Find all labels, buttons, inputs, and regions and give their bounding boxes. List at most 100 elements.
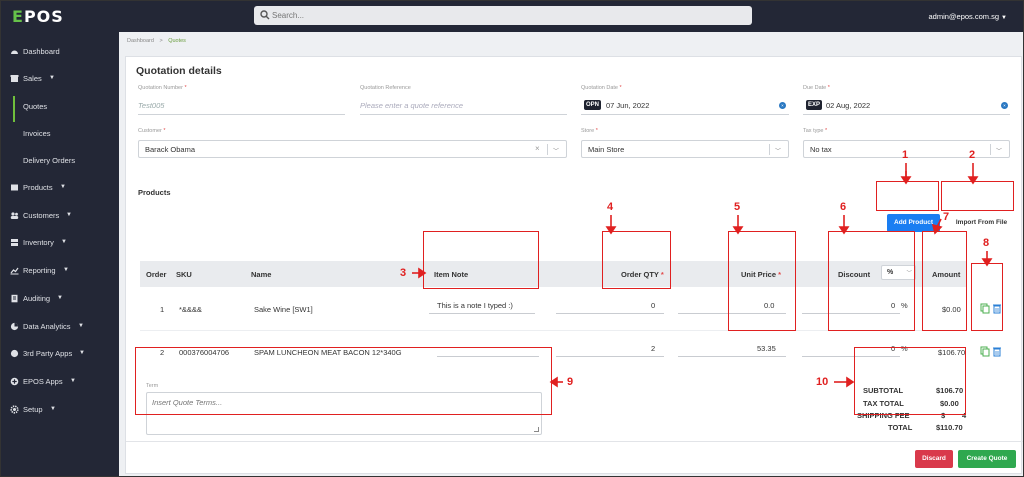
customer-select[interactable]: Barack Obama × ﹀ bbox=[138, 140, 567, 158]
quote-reference-input[interactable]: Please enter a quote reference bbox=[360, 101, 463, 110]
tax-type-label: Tax type * bbox=[803, 128, 828, 134]
create-quote-button[interactable]: Create Quote bbox=[958, 450, 1016, 468]
sidebar-item-reporting[interactable]: Reporting ▼ bbox=[1, 260, 119, 282]
chevron-down-icon: ▼ bbox=[66, 212, 72, 218]
quote-number-underline bbox=[138, 114, 345, 115]
quote-reference-label: Quotation Reference bbox=[360, 85, 411, 91]
annotation-number-3: 3 bbox=[400, 267, 407, 279]
logo[interactable]: EPOS bbox=[12, 7, 64, 26]
store-select[interactable]: Main Store ﹀ bbox=[581, 140, 789, 158]
annotation-box-3 bbox=[423, 231, 539, 289]
annotation-number-6: 6 bbox=[840, 201, 847, 213]
quote-date-label: Quotation Date * bbox=[581, 85, 622, 91]
sidebar-item-label: Sales bbox=[23, 74, 42, 83]
breadcrumb-home[interactable]: Dashboard bbox=[127, 38, 154, 44]
row1-order: 1 bbox=[160, 305, 165, 314]
store-value: Main Store bbox=[588, 145, 625, 154]
col-name: Name bbox=[251, 270, 272, 279]
due-date-clear-icon[interactable]: × bbox=[1001, 102, 1008, 109]
chevron-down-icon[interactable]: ﹀ bbox=[553, 146, 559, 155]
add-product-button[interactable]: Add Product bbox=[887, 214, 940, 232]
search-icon bbox=[260, 10, 270, 20]
annotation-number-9: 9 bbox=[567, 376, 574, 388]
breadcrumb: Dashboard > Quotes bbox=[127, 38, 186, 44]
sidebar-item-setup[interactable]: Setup ▼ bbox=[1, 399, 119, 421]
sidebar-item-sales[interactable]: Sales ▼ bbox=[1, 68, 119, 90]
box-icon bbox=[10, 183, 19, 192]
users-icon bbox=[10, 211, 19, 220]
search-input[interactable] bbox=[272, 8, 742, 23]
resize-handle[interactable] bbox=[534, 427, 539, 432]
sidebar-item-label: Auditing bbox=[23, 294, 51, 303]
sidebar-item-products[interactable]: Products ▼ bbox=[1, 177, 119, 199]
annotation-box-4 bbox=[602, 231, 671, 289]
sidebar-item-label: Dashboard bbox=[23, 47, 60, 56]
row2-qty-input[interactable]: 2 bbox=[651, 344, 655, 353]
sidebar-item-customers[interactable]: Customers ▼ bbox=[1, 205, 119, 227]
active-indicator bbox=[13, 96, 15, 122]
top-bar: EPOS admin@epos.com.sg▼ bbox=[1, 1, 1023, 32]
sidebar-item-data-analytics[interactable]: Data Analytics ▼ bbox=[1, 316, 119, 338]
sidebar-item-epos-apps[interactable]: EPOS Apps ▼ bbox=[1, 371, 119, 393]
chevron-down-icon[interactable]: ﹀ bbox=[775, 146, 781, 155]
sidebar-item-label: 3rd Party Apps bbox=[23, 349, 73, 358]
row1-qty-input[interactable]: 0 bbox=[651, 301, 655, 310]
row1-item-note-input[interactable]: This is a note I typed :) bbox=[437, 301, 513, 310]
inventory-icon bbox=[10, 238, 19, 247]
due-date-label: Due Date * bbox=[803, 85, 830, 91]
col-order: Order bbox=[146, 270, 167, 279]
copy-icon[interactable] bbox=[980, 346, 990, 357]
sidebar-item-3rd-party-apps[interactable]: 3rd Party Apps ▼ bbox=[1, 343, 119, 365]
annotation-box-7 bbox=[922, 231, 967, 331]
discard-button[interactable]: Discard bbox=[915, 450, 953, 468]
date-clear-icon[interactable]: × bbox=[779, 102, 786, 109]
clear-icon[interactable]: × bbox=[535, 144, 540, 153]
store-icon bbox=[10, 74, 19, 83]
chevron-down-icon: ▼ bbox=[70, 378, 76, 384]
chevron-down-icon: ▼ bbox=[49, 75, 55, 81]
annotation-box-9 bbox=[135, 347, 552, 415]
annotation-number-4: 4 bbox=[607, 201, 614, 213]
annotation-box-8 bbox=[971, 263, 1003, 331]
search-bar[interactable] bbox=[254, 6, 752, 25]
sidebar-item-label: Quotes bbox=[23, 102, 48, 111]
tax-type-value: No tax bbox=[810, 145, 832, 154]
annotation-number-7: 7 bbox=[943, 211, 950, 223]
sidebar-item-auditing[interactable]: Auditing ▼ bbox=[1, 288, 119, 310]
apps-icon bbox=[10, 349, 19, 358]
customer-label: Customer * bbox=[138, 128, 166, 134]
chevron-down-icon: ▼ bbox=[50, 406, 56, 412]
trash-icon[interactable] bbox=[992, 346, 1002, 357]
sidebar-item-delivery-orders[interactable]: Delivery Orders bbox=[1, 150, 119, 172]
sidebar-item-label: Data Analytics bbox=[23, 322, 71, 331]
row2-price-input[interactable]: 53.35 bbox=[757, 344, 776, 353]
sidebar-item-quotes[interactable]: Quotes bbox=[1, 96, 119, 122]
dashboard-icon bbox=[10, 47, 19, 56]
due-date-underline bbox=[803, 114, 1010, 115]
sidebar: Dashboard Sales ▼ Quotes Invoices Delivery Or… bbox=[1, 32, 119, 476]
sidebar-item-dashboard[interactable]: Dashboard bbox=[1, 41, 119, 63]
analytics-icon bbox=[10, 322, 19, 331]
sidebar-item-label: EPOS Apps bbox=[23, 377, 63, 386]
sidebar-item-label: Invoices bbox=[23, 129, 51, 138]
sidebar-item-label: Reporting bbox=[23, 266, 56, 275]
footer-divider bbox=[126, 441, 1023, 442]
chevron-down-icon: ▼ bbox=[78, 323, 84, 329]
sidebar-item-inventory[interactable]: Inventory ▼ bbox=[1, 232, 119, 254]
chevron-down-icon[interactable]: ﹀ bbox=[996, 146, 1002, 155]
sidebar-item-label: Setup bbox=[23, 405, 43, 414]
user-menu[interactable]: admin@epos.com.sg ▼ bbox=[928, 12, 1007, 21]
chevron-down-icon: ▼ bbox=[63, 267, 69, 273]
open-date-tag: OPN bbox=[584, 100, 602, 110]
annotation-box-1 bbox=[876, 181, 939, 211]
sidebar-item-label: Inventory bbox=[23, 238, 54, 247]
plus-icon bbox=[10, 377, 19, 386]
breadcrumb-current: Quotes bbox=[168, 38, 186, 44]
quote-date-input[interactable]: 07 Jun, 2022 bbox=[606, 101, 649, 110]
expiry-date-tag: EXP bbox=[806, 100, 823, 110]
quote-number-input[interactable]: Test005 bbox=[138, 101, 164, 110]
import-from-file-button[interactable]: Import From File bbox=[949, 214, 1014, 232]
due-date-input[interactable]: 02 Aug, 2022 bbox=[826, 101, 870, 110]
sidebar-item-invoices[interactable]: Invoices bbox=[1, 123, 119, 145]
breadcrumb-separator: > bbox=[159, 38, 163, 44]
